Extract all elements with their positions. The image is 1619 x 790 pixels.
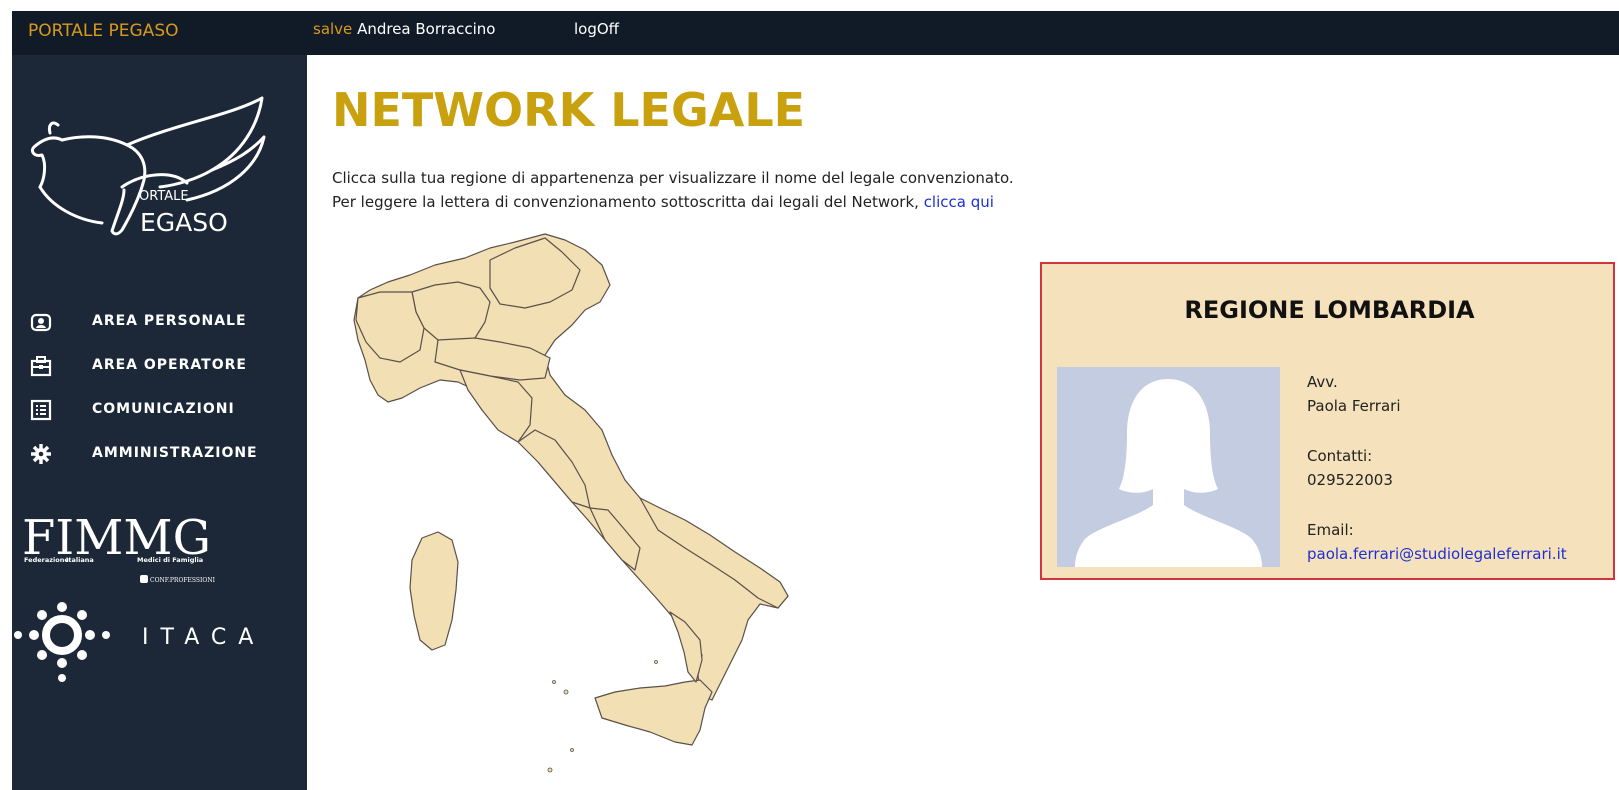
- portal-brand[interactable]: PORTALE PEGASO: [28, 21, 179, 41]
- itaca-logo[interactable]: ITACA: [12, 600, 292, 710]
- intro-line-2: Per leggere la lettera di convenzionamen…: [332, 193, 994, 211]
- region-title: REGIONE LOMBARDIA: [1184, 296, 1475, 324]
- greeting-prefix: salve: [313, 20, 353, 38]
- sidebar-item-area-personale[interactable]: AREA PERSONALE: [12, 300, 307, 344]
- sidebar-item-comunicazioni[interactable]: COMUNICAZIONI: [12, 388, 307, 432]
- sidebar: ORTALE EGASO AREA PERSONALE AREA OPERATO…: [12, 55, 307, 790]
- gear-icon: [31, 444, 51, 464]
- user-name: Andrea Borraccino: [357, 20, 496, 38]
- region-sardegna: [409, 531, 459, 651]
- user-greeting: salve Andrea Borraccino: [313, 20, 495, 38]
- lawyer-phone: 029522003: [1307, 471, 1393, 489]
- lawyer-name: Paola Ferrari: [1307, 397, 1401, 415]
- email-label: Email:: [1307, 521, 1354, 539]
- sidebar-item-label: AREA PERSONALE: [92, 313, 247, 329]
- top-bar: PORTALE PEGASO salve Andrea Borraccino l…: [12, 11, 1619, 55]
- svg-text:Italiana: Italiana: [66, 556, 94, 564]
- svg-text:Federazione: Federazione: [24, 556, 69, 564]
- lawyer-title: Avv.: [1307, 373, 1338, 391]
- intro-text: Clicca sulla tua regione di appartenenza…: [332, 166, 1014, 214]
- svg-text:Medici di Famiglia: Medici di Famiglia: [137, 556, 203, 564]
- sidebar-item-area-operatore[interactable]: AREA OPERATORE: [12, 344, 307, 388]
- logoff-link[interactable]: logOff: [574, 20, 619, 38]
- svg-text:EGASO: EGASO: [140, 208, 228, 237]
- fimmg-logo[interactable]: FIMMG Federazione Italiana Medici di Fam…: [22, 510, 232, 595]
- sidebar-item-label: AMMINISTRAZIONE: [92, 445, 258, 461]
- letter-link[interactable]: clicca qui: [924, 193, 994, 211]
- svg-text:CONF.PROFESSIONI: CONF.PROFESSIONI: [150, 577, 216, 584]
- svg-text:ITACA: ITACA: [142, 625, 265, 650]
- user-card-icon: [30, 313, 52, 332]
- lawyer-details: Avv. Paola Ferrari Contatti: 029522003 E…: [1307, 370, 1567, 566]
- document-list-icon: [30, 399, 52, 421]
- region-sicilia: [594, 679, 713, 746]
- contacts-label: Contatti:: [1307, 447, 1373, 465]
- sidebar-item-label: COMUNICAZIONI: [92, 401, 235, 417]
- sidebar-item-label: AREA OPERATORE: [92, 357, 247, 373]
- briefcase-icon: [30, 356, 52, 377]
- avatar: [1057, 367, 1280, 567]
- page-title: NETWORK LEGALE: [332, 83, 806, 137]
- italy-regions-map[interactable]: [340, 230, 820, 790]
- region-info-card: REGIONE LOMBARDIA Avv. Paola Ferrari Con…: [1040, 262, 1615, 580]
- lawyer-email-link[interactable]: paola.ferrari@studiolegaleferrari.it: [1307, 545, 1567, 563]
- sidebar-item-amministrazione[interactable]: AMMINISTRAZIONE: [12, 432, 307, 476]
- intro-line-1: Clicca sulla tua regione di appartenenza…: [332, 169, 1014, 187]
- pegaso-logo[interactable]: ORTALE EGASO: [22, 95, 277, 245]
- svg-text:ORTALE: ORTALE: [139, 189, 189, 204]
- female-silhouette-icon: [1075, 379, 1262, 567]
- sidebar-nav: AREA PERSONALE AREA OPERATORE COMUNICAZI…: [12, 300, 307, 476]
